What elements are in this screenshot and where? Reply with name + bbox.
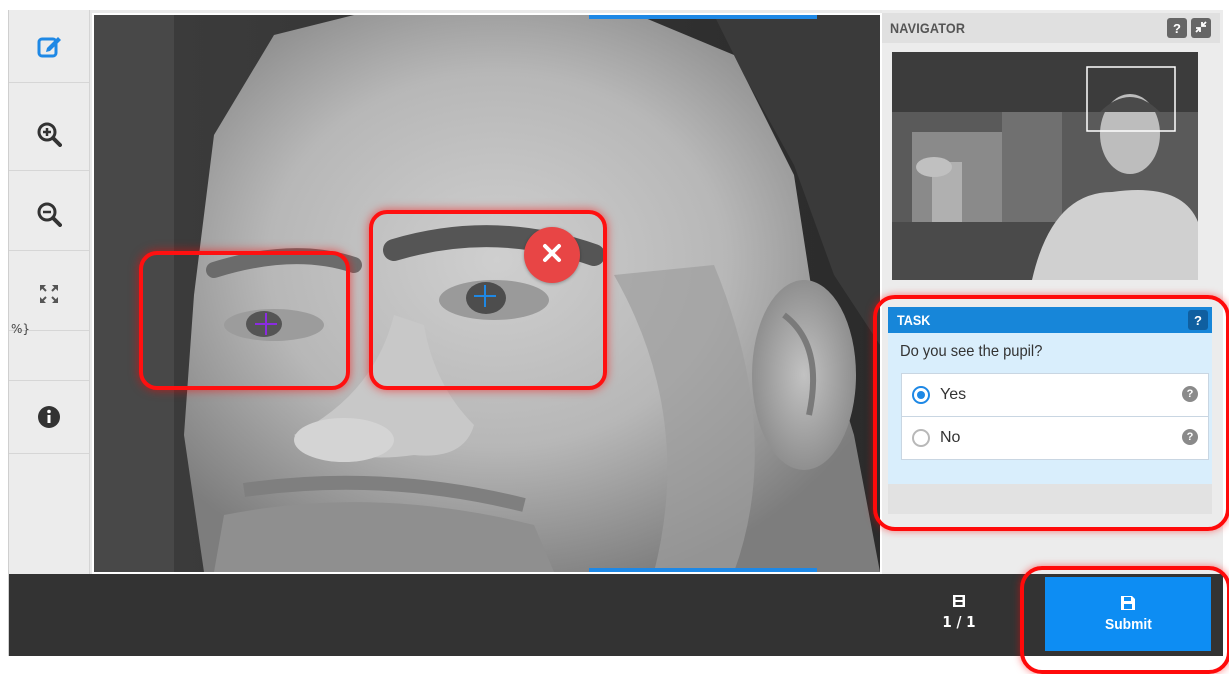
edit-icon xyxy=(36,33,62,59)
fullscreen-button[interactable] xyxy=(9,258,89,331)
navigator-help-button[interactable]: ? xyxy=(1167,18,1187,38)
task-question: Do you see the pupil? xyxy=(900,343,1043,360)
radio-yes[interactable] xyxy=(912,386,930,404)
option-yes-label: Yes xyxy=(940,386,967,403)
task-title: TASK xyxy=(897,312,931,328)
navigator-header: NAVIGATOR ? xyxy=(882,13,1220,43)
navigator-thumbnail[interactable] xyxy=(892,52,1198,280)
edit-tool-button[interactable] xyxy=(9,10,89,83)
radio-no[interactable] xyxy=(912,429,930,447)
help-icon: ? xyxy=(1194,312,1202,328)
option-yes[interactable]: Yes ? xyxy=(901,373,1209,417)
option-no-help-icon[interactable]: ? xyxy=(1182,429,1198,445)
option-no[interactable]: No ? xyxy=(901,416,1209,460)
pupil-point-left[interactable] xyxy=(255,313,277,335)
canvas-handle-bottom[interactable] xyxy=(589,568,817,572)
pupil-point-right[interactable] xyxy=(474,285,496,307)
info-button[interactable] xyxy=(9,380,89,454)
annotation-app: %} NAVIGATOR ? TASK ? Do you see the pup… xyxy=(8,10,1229,656)
submit-button[interactable]: Submit xyxy=(1045,577,1211,651)
save-icon xyxy=(1120,595,1136,616)
bottom-bar: 1 / 1 Submit xyxy=(9,574,1223,656)
zoom-out-button[interactable] xyxy=(9,178,89,251)
task-card: TASK ? Do you see the pupil? Yes ? No ? xyxy=(888,307,1212,484)
tool-sidebar: %} xyxy=(9,10,90,574)
navigator-image xyxy=(892,52,1198,280)
bbox-left-eye[interactable] xyxy=(139,251,350,390)
submit-label: Submit xyxy=(1104,616,1152,633)
canvas-handle-top[interactable] xyxy=(589,15,817,19)
option-no-label: No xyxy=(940,429,961,446)
zoom-out-icon xyxy=(36,201,62,227)
task-panel: TASK ? Do you see the pupil? Yes ? No ? xyxy=(873,295,1229,531)
zoom-in-icon xyxy=(36,121,62,147)
close-icon xyxy=(541,242,563,269)
task-footer xyxy=(888,484,1212,514)
stray-template-text: %} xyxy=(11,322,31,336)
zoom-in-button[interactable] xyxy=(9,98,89,171)
counter-text: 1 / 1 xyxy=(942,613,976,631)
image-canvas[interactable] xyxy=(92,13,882,574)
info-icon xyxy=(37,405,61,429)
film-icon xyxy=(934,594,984,613)
delete-annotation-button[interactable] xyxy=(524,227,580,283)
help-icon: ? xyxy=(1173,20,1181,36)
collapse-icon xyxy=(1194,20,1208,37)
navigator-collapse-button[interactable] xyxy=(1191,18,1211,38)
navigator-title: NAVIGATOR xyxy=(890,20,966,36)
task-header: TASK ? xyxy=(888,307,1212,333)
option-yes-help-icon[interactable]: ? xyxy=(1182,386,1198,402)
task-help-button[interactable]: ? xyxy=(1188,310,1208,330)
image-counter: 1 / 1 xyxy=(934,594,984,631)
fullscreen-icon xyxy=(37,282,61,306)
